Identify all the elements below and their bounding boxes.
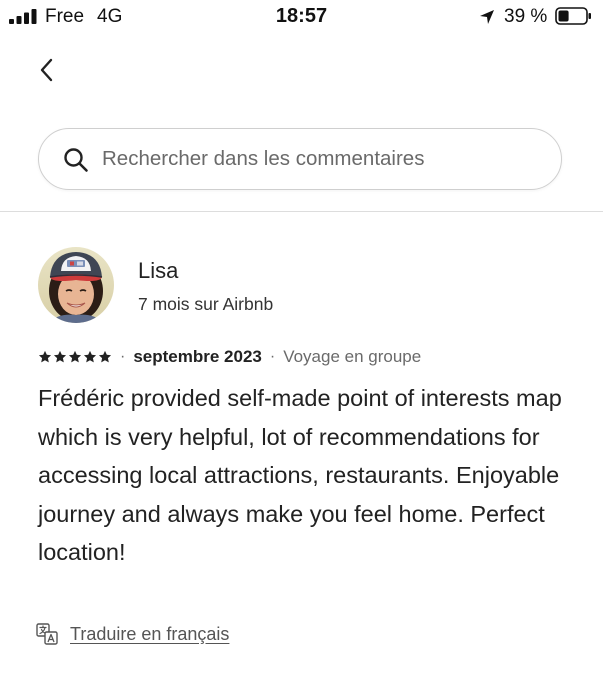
battery-icon [555,7,591,25]
section-divider [0,211,603,212]
review-date: septembre 2023 [133,347,262,366]
search-bar[interactable] [38,128,562,190]
star-icon [53,350,67,363]
star-icon [98,350,112,363]
search-icon [64,148,88,172]
location-arrow-icon [480,10,494,24]
star-icon [38,350,52,363]
trip-type: Voyage en groupe [283,347,422,366]
translate-icon [36,623,58,645]
back-button[interactable] [33,50,63,90]
review-text: Frédéric provided self-made point of int… [38,385,562,565]
avatar[interactable] [38,247,114,323]
status-bar: Free 4G 18:57 39 % [0,0,603,34]
star-icon [68,350,82,363]
translate-row[interactable]: Traduire en français [36,623,229,645]
chevron-left-icon [40,58,53,82]
avatar-image [38,247,114,323]
reviewer-name[interactable]: Lisa [138,258,178,284]
star-icon [83,350,97,363]
separator-dot: · [120,348,126,365]
translate-link[interactable]: Traduire en français [70,624,229,645]
reviewer-tenure: 7 mois sur Airbnb [138,294,274,314]
battery-percentage: 39 % [504,6,548,27]
star-rating [38,350,112,364]
search-input[interactable] [102,129,542,188]
separator-dot: · [269,348,276,365]
review-meta: · septembre 2023 · Voyage en groupe [38,346,421,368]
